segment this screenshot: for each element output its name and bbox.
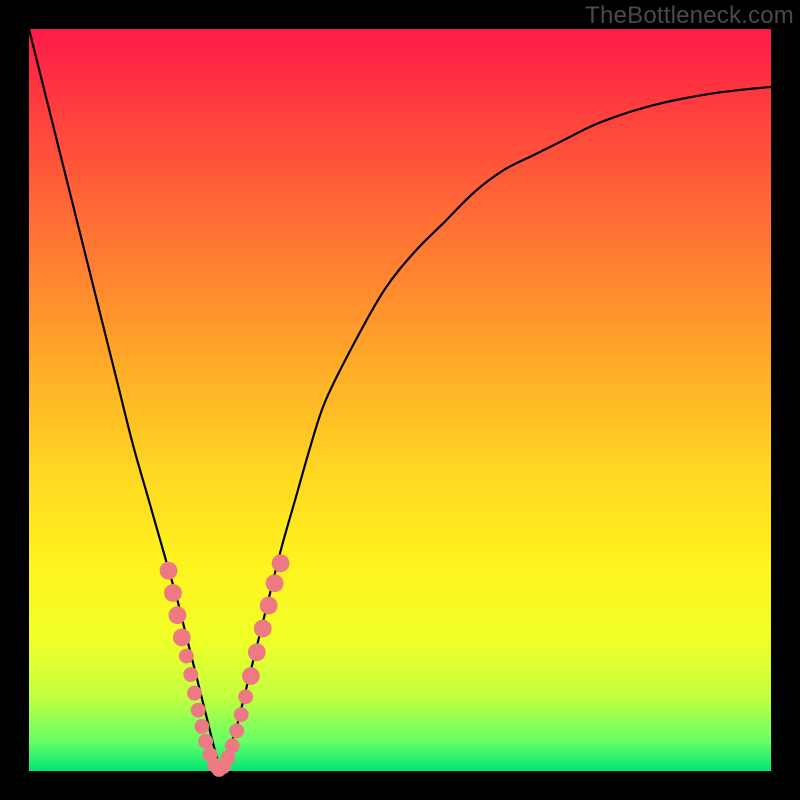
- data-marker: [164, 584, 182, 602]
- data-marker: [234, 707, 249, 722]
- data-marker: [254, 620, 272, 638]
- data-marker: [191, 703, 206, 718]
- chart-frame: TheBottleneck.com: [0, 0, 800, 800]
- data-marker: [266, 574, 284, 592]
- bottleneck-curve: [29, 29, 771, 771]
- watermark-text: TheBottleneck.com: [585, 2, 794, 30]
- data-marker: [229, 724, 244, 739]
- data-marker: [194, 719, 209, 734]
- data-marker: [225, 738, 240, 753]
- data-marker: [198, 734, 213, 749]
- marker-layer: [160, 554, 290, 777]
- data-marker: [183, 667, 198, 682]
- data-marker: [242, 667, 260, 685]
- data-marker: [168, 606, 186, 624]
- data-marker: [160, 562, 178, 580]
- data-marker: [187, 686, 202, 701]
- plot-area: [29, 29, 771, 771]
- data-marker: [173, 629, 191, 647]
- chart-svg: [29, 29, 771, 771]
- data-marker: [179, 649, 194, 664]
- data-marker: [272, 554, 290, 572]
- data-marker: [238, 689, 253, 704]
- data-marker: [260, 597, 278, 615]
- data-marker: [248, 643, 266, 661]
- curve-layer: [29, 29, 771, 771]
